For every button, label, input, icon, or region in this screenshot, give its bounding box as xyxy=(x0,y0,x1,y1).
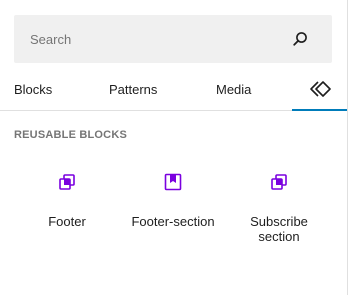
tab-patterns[interactable]: Patterns xyxy=(109,68,157,111)
block-item-footer-section[interactable]: Footer-section xyxy=(123,170,223,229)
search-button[interactable] xyxy=(282,21,318,57)
search-input[interactable] xyxy=(30,31,282,47)
tab-blocks[interactable]: Blocks xyxy=(14,68,52,111)
block-label: Subscribe section xyxy=(250,214,308,244)
bookmark-block-icon xyxy=(161,170,185,194)
reusable-blocks-icon xyxy=(309,80,331,97)
block-item-footer[interactable]: Footer xyxy=(17,170,117,229)
tab-reusable-blocks[interactable] xyxy=(292,68,347,111)
inserter-tabs: Blocks Patterns Media xyxy=(0,68,347,111)
block-label: Footer xyxy=(48,214,86,229)
search-box xyxy=(14,15,332,63)
panel-divider xyxy=(347,0,348,295)
inserter-panel: Blocks Patterns Media REUSABLE BLOCKS Fo… xyxy=(0,0,347,295)
section-title: REUSABLE BLOCKS xyxy=(14,129,128,141)
block-item-subscribe-section[interactable]: Subscribe section xyxy=(229,170,329,244)
block-label: Footer-section xyxy=(131,214,215,229)
search-icon xyxy=(293,32,307,46)
reusable-block-icon xyxy=(55,170,79,194)
tab-media[interactable]: Media xyxy=(216,68,251,111)
reusable-block-icon xyxy=(267,170,291,194)
